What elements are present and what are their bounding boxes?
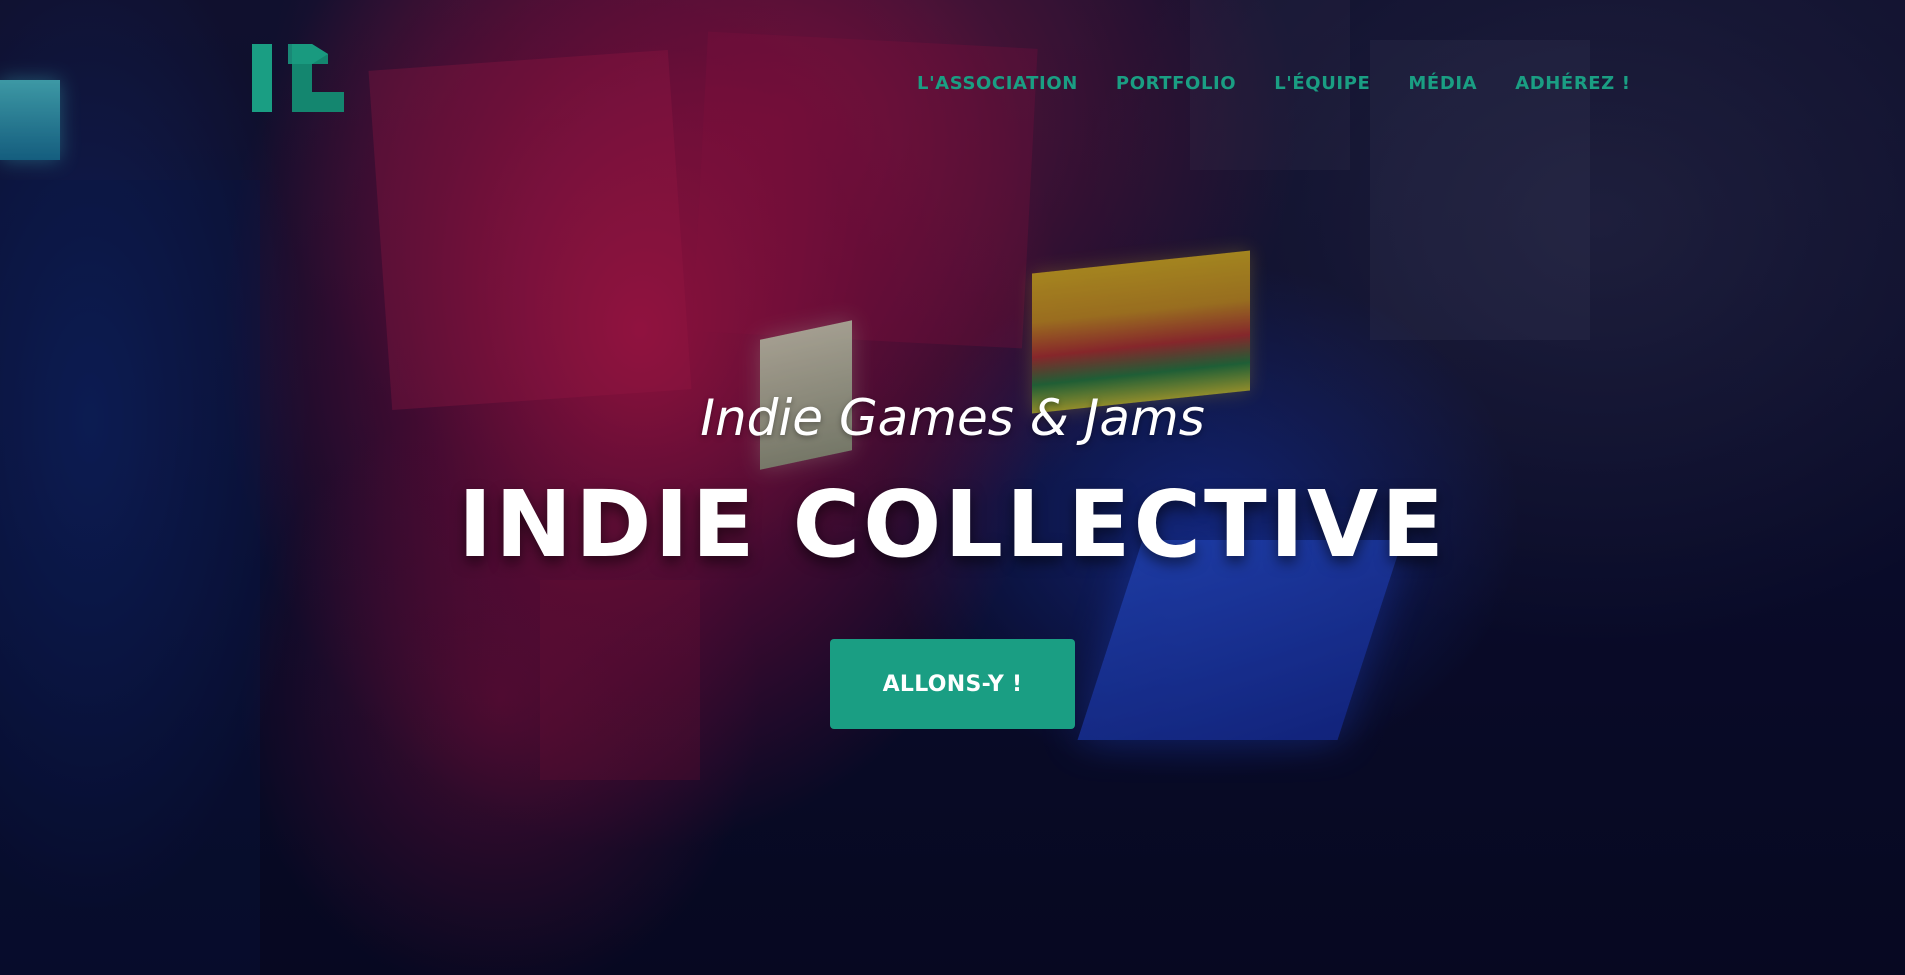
nav-link-equipe[interactable]: L'ÉQUIPE: [1274, 71, 1370, 97]
hero-subtitle: Indie Games & Jams: [700, 389, 1205, 447]
main-navigation: L'ASSOCIATION PORTFOLIO L'ÉQUIPE MÉDIA A…: [917, 71, 1631, 97]
cta-button[interactable]: ALLONS-Y !: [830, 639, 1075, 729]
site-logo[interactable]: [252, 42, 344, 112]
nav-item-media: MÉDIA: [1408, 71, 1515, 97]
nav-link-adherez[interactable]: ADHÉREZ !: [1515, 71, 1630, 97]
nav-link-media[interactable]: MÉDIA: [1408, 71, 1477, 97]
nav-item-portfolio: PORTFOLIO: [1116, 71, 1274, 97]
ic-monogram-icon: [252, 44, 344, 112]
nav-item-association: L'ASSOCIATION: [917, 71, 1116, 97]
nav-item-adherez: ADHÉREZ !: [1515, 71, 1630, 97]
nav-link-association[interactable]: L'ASSOCIATION: [917, 71, 1078, 97]
nav-item-equipe: L'ÉQUIPE: [1274, 71, 1408, 97]
hero-title: INDIE COLLECTIVE: [457, 471, 1448, 578]
hero-section: L'ASSOCIATION PORTFOLIO L'ÉQUIPE MÉDIA A…: [0, 0, 1905, 975]
nav-link-portfolio[interactable]: PORTFOLIO: [1116, 71, 1236, 97]
